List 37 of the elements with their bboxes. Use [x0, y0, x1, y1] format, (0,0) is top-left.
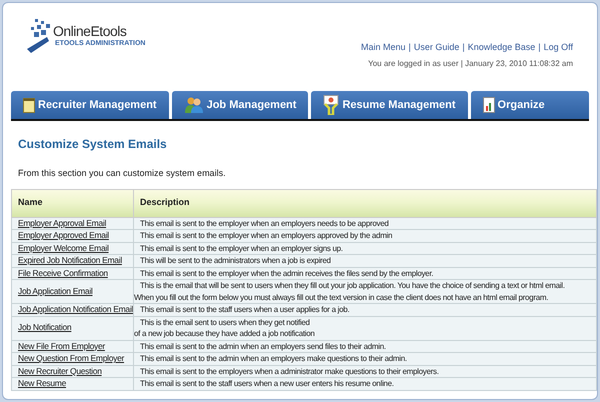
notepad-icon	[23, 98, 35, 112]
nav-tab[interactable]: Recruiter Management	[11, 91, 169, 119]
email-description: This email is sent to the employer when an employers approved by the admin	[139, 230, 394, 242]
link-separator: |	[461, 41, 466, 54]
column-header: Name	[12, 189, 134, 217]
intro-text: From this section you can customize system emails.	[18, 167, 227, 180]
login-info: You are logged in as user | January 23, 2010 11:08:32 am	[368, 58, 573, 70]
email-description: This email is sent to the admin when an employers send files to their admin.	[139, 340, 387, 352]
presenter-icon	[323, 95, 340, 115]
report-icon	[482, 97, 495, 113]
email-description: This email is sent to the staff users when a new user enters his resume online.	[139, 378, 395, 390]
nav-tab[interactable]: Resume Management	[311, 91, 468, 119]
email-description: This email is sent to the employer when the admin receives the files send by the employer.	[139, 268, 434, 279]
nav-tab[interactable]: Organize	[470, 91, 589, 119]
header-link[interactable]: Main Menu	[360, 41, 406, 54]
email-description: This will be sent to the administrators when a job is expired	[139, 255, 332, 266]
email-description: When you fill out the form below you must always fill out the text version in case the client does not have an html email program.	[134, 292, 550, 303]
email-description: This email is sent to the employer when an employer signs up.	[139, 242, 344, 254]
header-link[interactable]: Log Off	[544, 41, 573, 54]
email-description: This email is sent to the staff users when a user applies for a job.	[139, 304, 350, 316]
nav-tab[interactable]: Job Management	[172, 91, 308, 119]
email-description: of a new job because they have added a job notification	[134, 328, 316, 340]
header-link[interactable]: User Guide	[414, 41, 460, 54]
logo-name: OnlineEtools	[53, 24, 128, 38]
people-icon	[184, 97, 204, 113]
email-description: This email is sent to the employers when a administrator make questions to their employers.	[139, 366, 440, 377]
email-description: This is the email that will be sent to users when they fill out your job application. You have the choice of sending a text or html email.	[139, 280, 566, 292]
email-description: This email is sent to the admin when an employers make questions to their admin.	[139, 353, 408, 364]
column-header: Description	[134, 189, 596, 217]
link-separator: |	[408, 41, 412, 54]
email-description: This email is sent to the employer when an employers needs to be approved	[139, 218, 390, 229]
logo-icon	[27, 19, 51, 53]
page-title: Customize System Emails	[18, 136, 168, 153]
email-description: This is the email sent to users when they get notified	[139, 316, 311, 328]
link-separator: |	[537, 41, 542, 54]
header-link[interactable]: Knowledge Base	[468, 41, 536, 54]
email-name-link[interactable]: Job Notification	[18, 322, 72, 332]
